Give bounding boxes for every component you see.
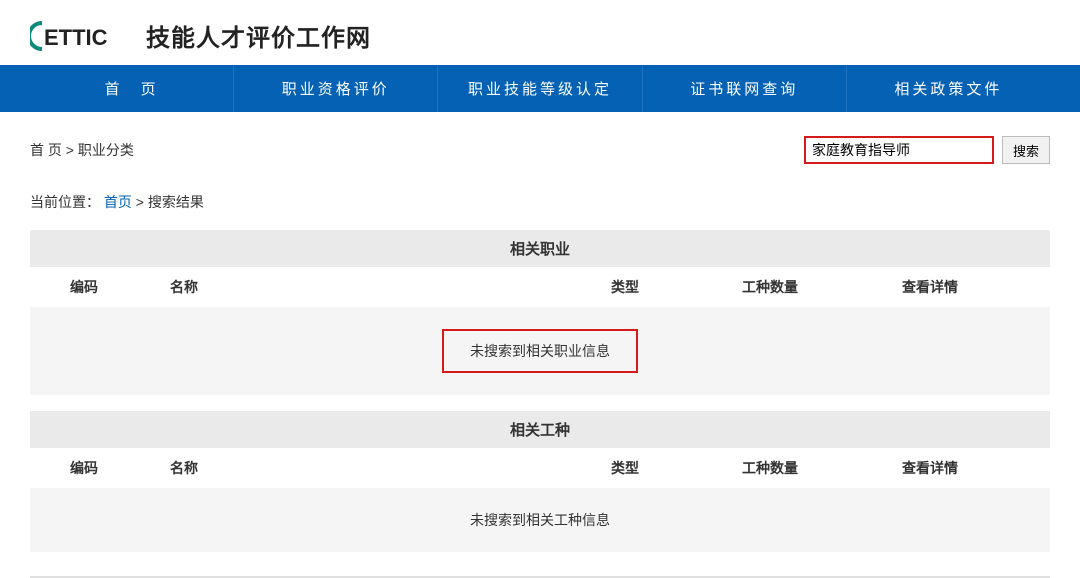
search-input[interactable] [804,136,994,164]
nav-item-policy[interactable]: 相关政策文件 [847,65,1050,112]
site-logo: ETTIC [30,21,132,51]
col-header-code: 编码 [30,458,140,478]
breadcrumb: 当前位置： 首页 > 搜索结果 [30,176,1050,230]
col-header-count: 工种数量 [690,458,850,478]
sub-bar: 首 页 > 职业分类 搜索 [30,112,1050,176]
table-header-worktype: 编码 名称 类型 工种数量 查看详情 [30,448,1050,488]
col-header-type: 类型 [560,277,690,297]
table-header-occupation: 编码 名称 类型 工种数量 查看详情 [30,267,1050,307]
breadcrumb-label: 当前位置： [30,194,100,210]
section-title-occupation: 相关职业 [30,230,1050,267]
nav-item-skill-level[interactable]: 职业技能等级认定 [438,65,642,112]
nav-item-home[interactable]: 首 页 [30,65,234,112]
empty-row-occupation: 未搜索到相关职业信息 [30,307,1050,395]
svg-text:ETTIC: ETTIC [44,25,108,50]
empty-row-worktype: 未搜索到相关工种信息 [30,488,1050,552]
nav-item-qualification[interactable]: 职业资格评价 [234,65,438,112]
empty-worktype-msg: 未搜索到相关工种信息 [470,510,610,530]
search-area: 搜索 [804,136,1050,164]
col-header-detail: 查看详情 [850,277,1010,297]
empty-occupation-msg: 未搜索到相关职业信息 [442,329,638,373]
col-header-detail: 查看详情 [850,458,1010,478]
search-button[interactable]: 搜索 [1002,136,1050,164]
nav-item-cert-query[interactable]: 证书联网查询 [643,65,847,112]
col-header-name: 名称 [140,277,560,297]
site-header: ETTIC 技能人才评价工作网 [30,0,1050,65]
col-header-name: 名称 [140,458,560,478]
path-text: 首 页 > 职业分类 [30,140,134,160]
breadcrumb-current: 搜索结果 [148,194,204,210]
col-header-type: 类型 [560,458,690,478]
site-title: 技能人才评价工作网 [146,18,371,53]
section-title-worktype: 相关工种 [30,411,1050,448]
col-header-code: 编码 [30,277,140,297]
breadcrumb-sep: > [136,194,148,210]
main-nav: 首 页 职业资格评价 职业技能等级认定 证书联网查询 相关政策文件 [0,65,1080,112]
col-header-count: 工种数量 [690,277,850,297]
breadcrumb-home-link[interactable]: 首页 [104,194,132,210]
